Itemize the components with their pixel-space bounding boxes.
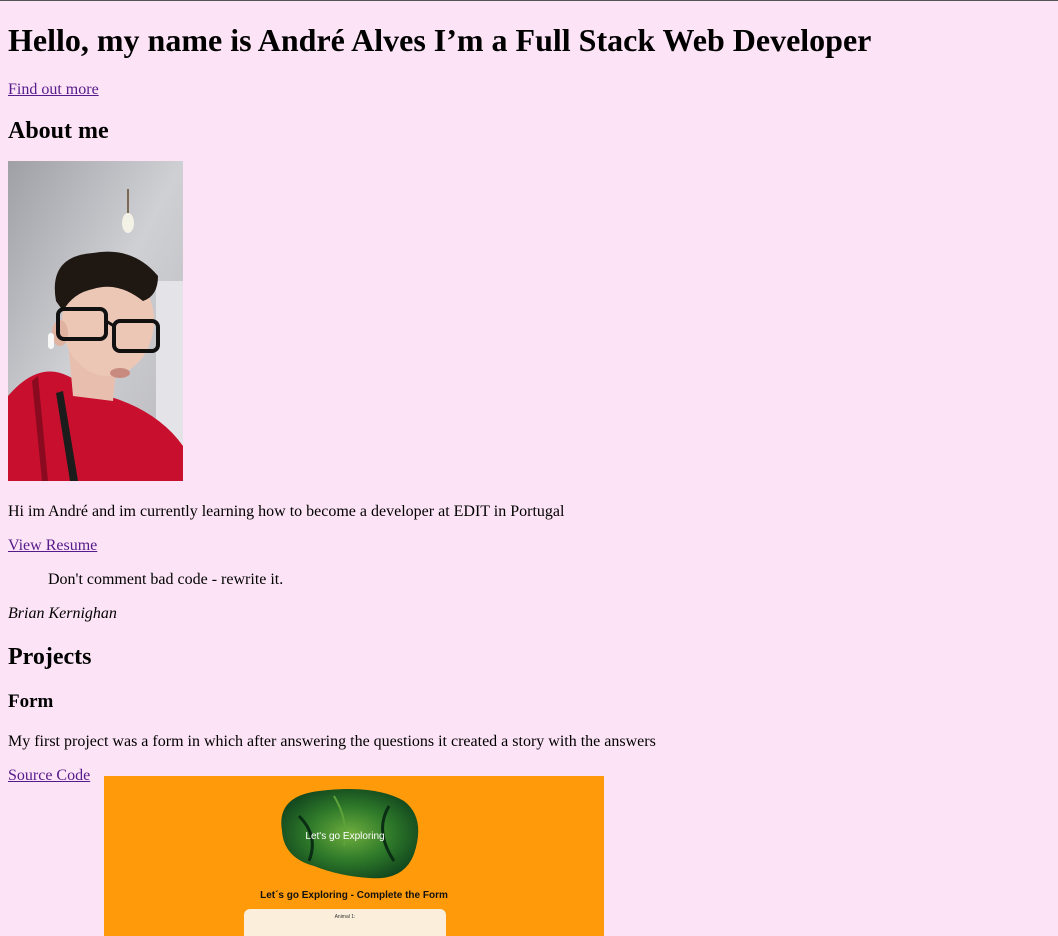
project-title: Form [8,691,54,712]
preview-blob-text: Let's go Exploring [305,831,384,842]
profile-photo-illustration [8,161,183,481]
view-resume-link[interactable]: View Resume [8,537,1050,555]
quote-author: Brian Kernighan [8,605,117,622]
preview-form-card: Animal 1: [244,909,446,936]
page-content: Hello, my name is André Alves I’m a Full… [0,22,1058,936]
project-links-row: Source Code Let's go Exploring Let´s go … [8,767,1050,936]
about-heading: About me [8,118,109,144]
page-title: Hello, my name is André Alves I’m a Full… [8,22,872,58]
preview-card-label: Animal 1: [334,914,356,920]
project-item: Form My first project was a form in whic… [8,691,1050,936]
quote-text: Don't comment bad code - rewrite it. [48,571,284,588]
project-preview-image[interactable]: Let's go Exploring Let´s go Exploring - … [104,776,604,936]
find-out-more-link[interactable]: Find out more [8,81,1050,99]
project-description: My first project was a form in which aft… [8,733,656,750]
source-code-link[interactable]: Source Code [8,767,90,785]
preview-caption: Let´s go Exploring - Complete the Form [260,890,448,901]
intro-text: Hi im André and im currently learning ho… [8,503,565,520]
profile-photo [8,161,183,481]
projects-heading: Projects [8,644,92,670]
